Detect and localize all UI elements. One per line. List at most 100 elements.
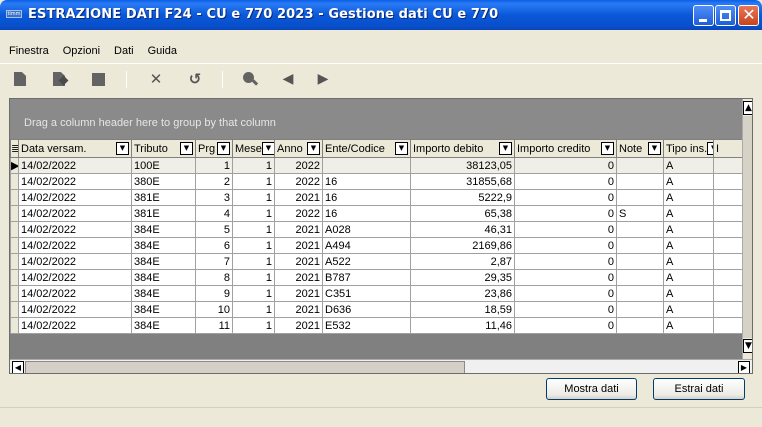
table-cell[interactable]: 2022 xyxy=(274,173,323,190)
table-row[interactable]: 14/02/2022 384E 6 1 2021 A494 2169,86 0 A xyxy=(10,237,752,254)
minimize-button[interactable] xyxy=(693,5,714,26)
table-cell[interactable]: 2021 xyxy=(274,237,323,254)
table-cell[interactable]: 1 xyxy=(232,285,275,302)
table-cell[interactable]: 14/02/2022 xyxy=(18,237,132,254)
row-selector[interactable] xyxy=(10,253,19,270)
table-cell[interactable]: 0 xyxy=(514,189,617,206)
table-cell[interactable]: 16 xyxy=(322,189,411,206)
table-cell[interactable]: 11 xyxy=(195,317,233,334)
table-cell[interactable]: A522 xyxy=(322,253,411,270)
table-cell[interactable]: 1 xyxy=(232,189,275,206)
row-selector-header[interactable]: ≣ xyxy=(10,139,19,158)
table-cell[interactable]: A xyxy=(663,205,714,222)
table-cell[interactable]: 8 xyxy=(195,269,233,286)
close-button[interactable]: ✕ xyxy=(738,5,759,26)
title-bar[interactable]: timm ESTRAZIONE DATI F24 - CU e 770 2023… xyxy=(0,0,762,30)
table-row[interactable]: 14/02/2022 381E 4 1 2022 16 65,38 0 S A xyxy=(10,205,752,222)
menu-finestra[interactable]: Finestra xyxy=(4,41,58,61)
table-cell[interactable]: A494 xyxy=(322,237,411,254)
table-cell[interactable]: 1 xyxy=(232,205,275,222)
scroll-up-icon[interactable]: ▲ xyxy=(743,101,752,115)
dropdown-arrow-icon[interactable]: ▼ xyxy=(261,142,274,155)
table-cell[interactable]: 38123,05 xyxy=(410,157,515,174)
table-cell[interactable]: 0 xyxy=(514,285,617,302)
table-cell[interactable]: 0 xyxy=(514,173,617,190)
table-cell[interactable]: 2022 xyxy=(274,205,323,222)
table-cell[interactable]: 384E xyxy=(131,285,196,302)
row-selector[interactable] xyxy=(10,269,19,286)
table-cell[interactable]: 10 xyxy=(195,301,233,318)
table-cell[interactable]: 2021 xyxy=(274,285,323,302)
table-cell[interactable]: 380E xyxy=(131,173,196,190)
table-cell[interactable]: 14/02/2022 xyxy=(18,317,132,334)
table-cell[interactable] xyxy=(616,157,664,174)
row-selector[interactable] xyxy=(10,189,19,206)
table-cell[interactable]: 29,35 xyxy=(410,269,515,286)
dropdown-arrow-icon[interactable]: ▼ xyxy=(601,142,614,155)
table-cell[interactable]: 16 xyxy=(322,173,411,190)
table-row[interactable]: 14/02/2022 384E 9 1 2021 C351 23,86 0 A xyxy=(10,285,752,302)
dropdown-arrow-icon[interactable]: ▼ xyxy=(648,142,661,155)
row-selector[interactable] xyxy=(10,285,19,302)
row-selector[interactable] xyxy=(10,317,19,334)
table-cell[interactable]: 14/02/2022 xyxy=(18,221,132,238)
table-cell[interactable]: A xyxy=(663,189,714,206)
table-row[interactable]: 14/02/2022 384E 11 1 2021 E532 11,46 0 A xyxy=(10,317,752,334)
save-icon[interactable] xyxy=(90,71,106,87)
table-cell[interactable]: 46,31 xyxy=(410,221,515,238)
table-cell[interactable]: 2021 xyxy=(274,301,323,318)
previous-icon[interactable]: ◀ xyxy=(280,71,296,87)
table-cell[interactable]: A xyxy=(663,237,714,254)
table-cell[interactable]: 2021 xyxy=(274,317,323,334)
table-cell[interactable]: 14/02/2022 xyxy=(18,173,132,190)
table-cell[interactable]: 1 xyxy=(232,157,275,174)
table-cell[interactable] xyxy=(616,221,664,238)
table-cell[interactable]: 2022 xyxy=(274,157,323,174)
row-selector[interactable] xyxy=(10,237,19,254)
delete-icon[interactable]: ✕ xyxy=(148,71,164,87)
scroll-down-icon[interactable]: ▼ xyxy=(743,339,752,353)
table-cell[interactable]: 14/02/2022 xyxy=(18,189,132,206)
group-by-panel[interactable]: Drag a column header here to group by th… xyxy=(10,99,742,139)
dropdown-arrow-icon[interactable]: ▼ xyxy=(217,142,230,155)
column-header[interactable]: Note ▼ xyxy=(616,139,664,158)
table-row[interactable]: 14/02/2022 381E 3 1 2021 16 5222,9 0 A xyxy=(10,189,752,206)
table-cell[interactable]: D636 xyxy=(322,301,411,318)
table-cell[interactable]: 14/02/2022 xyxy=(18,285,132,302)
find-icon[interactable] xyxy=(242,71,259,87)
new-icon[interactable] xyxy=(12,71,28,87)
table-cell[interactable]: 384E xyxy=(131,269,196,286)
table-cell[interactable]: 0 xyxy=(514,157,617,174)
table-cell[interactable]: A xyxy=(663,317,714,334)
table-cell[interactable]: 0 xyxy=(514,269,617,286)
table-cell[interactable]: 0 xyxy=(514,205,617,222)
column-header[interactable]: Prg ▼ xyxy=(195,139,233,158)
table-cell[interactable]: 384E xyxy=(131,221,196,238)
table-cell[interactable]: 384E xyxy=(131,301,196,318)
table-cell[interactable]: 18,59 xyxy=(410,301,515,318)
table-cell[interactable] xyxy=(616,173,664,190)
table-cell[interactable]: 65,38 xyxy=(410,205,515,222)
horizontal-scrollbar[interactable]: ◀ ▶ xyxy=(10,359,752,373)
menu-dati[interactable]: Dati xyxy=(109,41,143,61)
dropdown-arrow-icon[interactable]: ▼ xyxy=(499,142,512,155)
table-cell[interactable]: A028 xyxy=(322,221,411,238)
table-cell[interactable]: 100E xyxy=(131,157,196,174)
column-header[interactable]: Ente/Codice ▼ xyxy=(322,139,411,158)
table-cell[interactable]: A xyxy=(663,221,714,238)
table-row[interactable]: 14/02/2022 384E 8 1 2021 B787 29,35 0 A xyxy=(10,269,752,286)
table-cell[interactable]: 31855,68 xyxy=(410,173,515,190)
row-selector[interactable] xyxy=(10,173,19,190)
table-cell[interactable]: 11,46 xyxy=(410,317,515,334)
table-cell[interactable]: 14/02/2022 xyxy=(18,157,132,174)
scroll-left-icon[interactable]: ◀ xyxy=(12,361,24,373)
column-header[interactable]: Mese ▼ xyxy=(232,139,275,158)
scroll-thumb[interactable] xyxy=(25,361,465,373)
table-cell[interactable]: 2021 xyxy=(274,253,323,270)
table-cell[interactable]: 5 xyxy=(195,221,233,238)
undo-icon[interactable]: ↺ xyxy=(187,71,203,87)
table-cell[interactable]: 2 xyxy=(195,173,233,190)
row-selector[interactable] xyxy=(10,301,19,318)
dropdown-arrow-icon[interactable]: ▼ xyxy=(707,142,713,155)
table-cell[interactable]: 0 xyxy=(514,301,617,318)
